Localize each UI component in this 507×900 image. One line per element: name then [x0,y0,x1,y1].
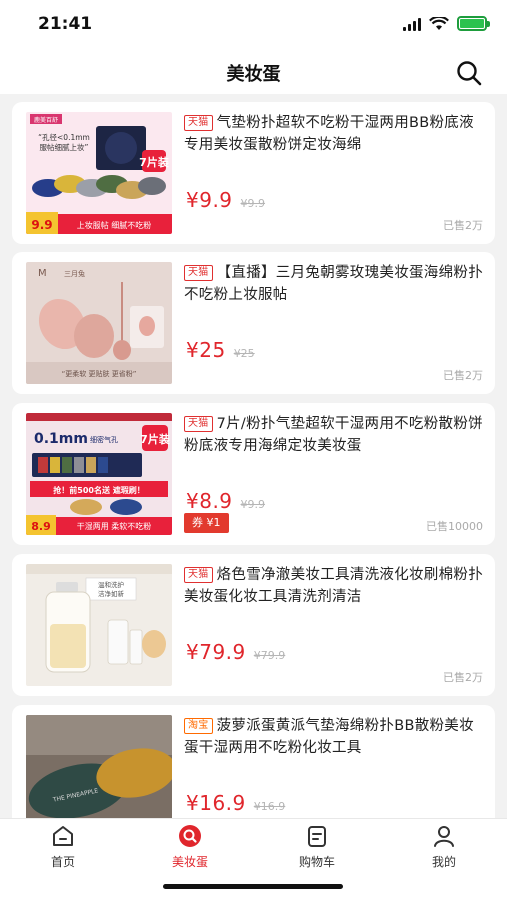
tab-cart[interactable]: 购物车 [282,823,352,870]
product-price: ¥25 [186,338,226,362]
product-title[interactable]: 天猫 烙色雪净澈美妆工具清洗液化妆刷棉粉扑美妆蛋化妆工具清洗剂清洁 [184,564,484,608]
sold-count: 已售2万 [443,219,483,232]
status-icons [403,16,490,31]
product-card[interactable]: M 三月兔 “更柔软 更贴肤 更省粉” 天猫 【直播】三月兔朝雾玫瑰美妆蛋海绵粉扑… [12,252,495,394]
shop-tag: 天猫 [184,416,213,432]
image-price: 9.9 [31,218,52,232]
image-caption: 温和洗护 [98,580,124,589]
image-badge: 7片装 [140,432,170,446]
original-price: ¥16.9 [253,800,286,813]
signal-icon [403,17,421,31]
product-image: 鹿美百舒 “孔径<0.1mm 服帖细腻上妆” 7片装 9.9 上妆服帖 细腻不吃… [26,112,172,234]
product-card[interactable]: 温和洗护 洁净如新 天猫 烙色雪净澈美妆工具清洗液化妆刷棉粉扑美妆蛋化妆工具清洗剂… [12,554,495,696]
original-price: ¥25 [233,347,255,360]
image-slogan: 上妆服帖 细腻不吃粉 [77,220,152,230]
product-title[interactable]: 天猫 【直播】三月兔朝雾玫瑰美妆蛋海绵粉扑不吃粉上妆服帖 [184,262,484,306]
image-brand-text: M [38,268,47,279]
image-price: 8.9 [31,520,51,533]
tab-beauty-egg[interactable]: 美妆蛋 [155,823,225,870]
product-title-text: 烙色雪净澈美妆工具清洗液化妆刷棉粉扑美妆蛋化妆工具清洗剂清洁 [184,567,484,605]
product-price: ¥16.9 [186,791,246,815]
sold-count: 已售10000 [426,520,483,533]
image-caption: “孔径<0.1mm [38,132,90,142]
product-image: M 三月兔 “更柔软 更贴肤 更省粉” [26,262,172,384]
product-price: ¥79.9 [186,640,246,664]
product-title[interactable]: 淘宝 菠萝派蛋黄派气垫海绵粉扑BB散粉美妆蛋干湿两用不吃粉化妆工具 [184,715,484,759]
price-row: ¥9.9 ¥9.9 [186,188,265,212]
product-title-text: 气垫粉扑超软不吃粉干湿两用BB粉底液专用美妆蛋散粉饼定妆海绵 [184,115,474,153]
product-image: THE PINEAPPLE [26,715,172,820]
shop-tag: 天猫 [184,567,213,583]
product-price: ¥9.9 [186,188,233,212]
image-slogan: 干湿两用 柔软不吃粉 [77,521,152,531]
search-circle-icon [179,825,201,847]
product-price: ¥8.9 [186,489,233,513]
search-icon[interactable] [455,59,483,87]
nav-bar: 美妆蛋 [0,50,507,94]
product-title-text: 菠萝派蛋黄派气垫海绵粉扑BB散粉美妆蛋干湿两用不吃粉化妆工具 [184,718,474,756]
user-icon [434,826,454,847]
product-title-text: 【直播】三月兔朝雾玫瑰美妆蛋海绵粉扑不吃粉上妆服帖 [184,265,484,303]
coupon-badge[interactable]: 券 ¥1 [184,513,229,533]
home-icon [53,826,73,846]
original-price: ¥9.9 [240,498,266,511]
cart-list-icon [308,826,326,847]
sold-count: 已售2万 [443,671,483,684]
image-caption: 服帖细腻上妆” [40,142,89,152]
price-row: ¥79.9 ¥79.9 [186,640,285,664]
original-price: ¥9.9 [240,197,266,210]
product-title-text: 7片/粉扑气垫超软干湿两用不吃粉散粉饼粉底液专用海绵定妆美妆蛋 [184,416,483,454]
price-row: ¥16.9 ¥16.9 [186,791,285,815]
product-card[interactable]: THE PINEAPPLE 淘宝 菠萝派蛋黄派气垫海绵粉扑BB散粉美妆蛋干湿两用不… [12,705,495,820]
product-title[interactable]: 天猫 7片/粉扑气垫超软干湿两用不吃粉散粉饼粉底液专用海绵定妆美妆蛋 [184,413,484,457]
image-slogan: 抢！前500名送 遮瑕刷！ [53,485,144,495]
image-caption: 洁净如新 [98,589,125,598]
product-card[interactable]: 0.1mm 细密气孔 7片装 抢！前500名送 遮瑕刷！ 8.9 干湿两用 柔软… [12,403,495,545]
product-image: 温和洗护 洁净如新 [26,564,172,686]
sold-count: 已售2万 [443,369,483,382]
shop-tag: 天猫 [184,115,213,131]
shop-tag: 天猫 [184,265,213,281]
tab-label: 我的 [431,855,456,869]
image-brand-text: 鹿美百舒 [34,116,58,124]
battery-icon [457,16,490,31]
status-bar: 21:41 [0,0,507,50]
image-caption: 细密气孔 [90,435,118,444]
original-price: ¥79.9 [253,649,286,662]
image-caption: 0.1mm [34,431,88,447]
tab-label: 美妆蛋 [171,855,208,869]
home-indicator [163,884,343,889]
product-card[interactable]: 鹿美百舒 “孔径<0.1mm 服帖细腻上妆” 7片装 9.9 上妆服帖 细腻不吃… [12,102,495,244]
tab-home[interactable]: 首页 [28,823,98,870]
product-title[interactable]: 天猫 气垫粉扑超软不吃粉干湿两用BB粉底液专用美妆蛋散粉饼定妆海绵 [184,112,484,156]
tab-mine[interactable]: 我的 [409,823,479,870]
price-row: ¥8.9 ¥9.9 [186,489,265,513]
tab-label: 购物车 [298,855,335,869]
shop-tag: 淘宝 [184,718,213,734]
page-title: 美妆蛋 [226,64,281,85]
product-image: 0.1mm 细密气孔 7片装 抢！前500名送 遮瑕刷！ 8.9 干湿两用 柔软… [26,413,172,535]
image-caption: “更柔软 更贴肤 更省粉” [62,369,137,378]
wifi-icon [429,16,449,30]
image-badge: 7片装 [139,155,169,169]
status-time: 21:41 [38,14,93,34]
price-row: ¥25 ¥25 [186,338,255,362]
tab-label: 首页 [50,855,75,869]
image-brand-text: 三月兔 [64,269,85,278]
